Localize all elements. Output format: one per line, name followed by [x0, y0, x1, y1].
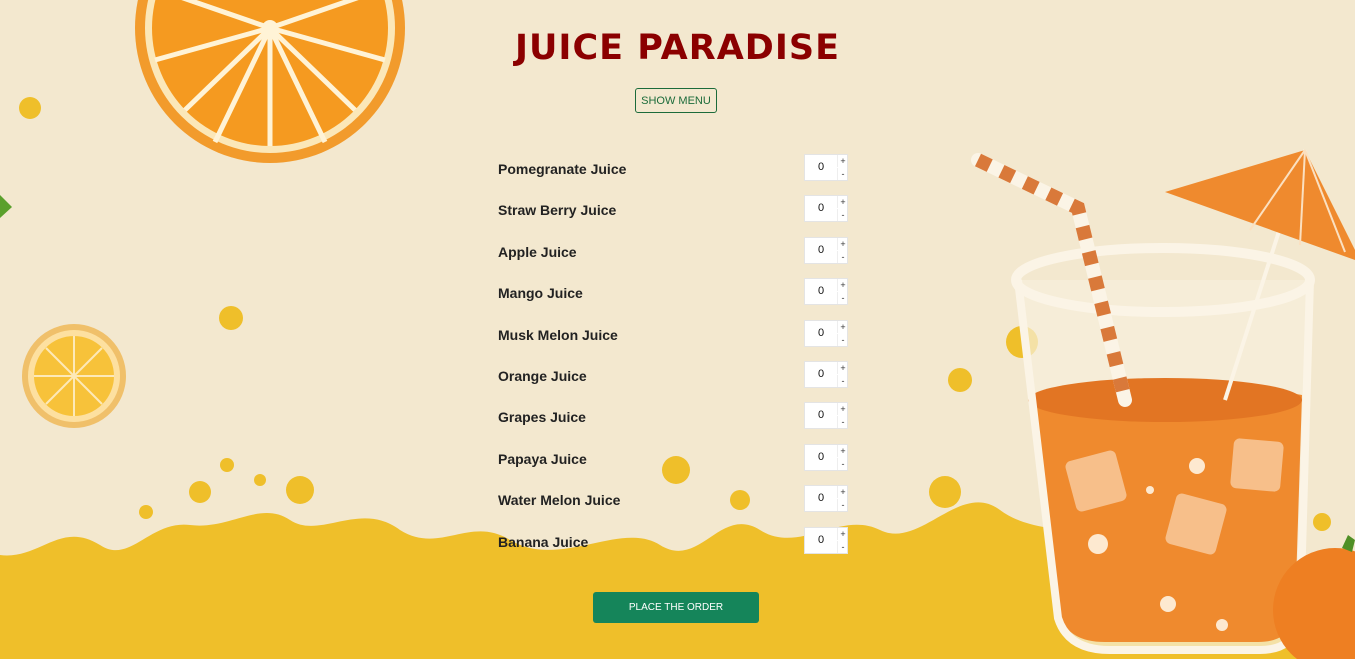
menu-item-label: Banana Juice: [498, 533, 589, 550]
decrement-icon[interactable]: -: [837, 540, 848, 553]
quantity-stepper[interactable]: 0 + -: [804, 443, 848, 471]
decrement-icon[interactable]: -: [837, 416, 848, 429]
increment-icon[interactable]: +: [837, 279, 848, 292]
place-order-button[interactable]: PLACE THE ORDER: [593, 592, 759, 623]
quantity-stepper[interactable]: 0 + -: [804, 319, 848, 347]
juice-menu-list: Pomegranate Juice 0 + - Straw Berry Juic…: [498, 154, 850, 568]
menu-item-pomegranate-juice: Pomegranate Juice 0 + -: [498, 154, 850, 195]
menu-item-label: Papaya Juice: [498, 450, 587, 467]
menu-item-label: Apple Juice: [498, 243, 577, 260]
increment-icon[interactable]: +: [837, 444, 848, 457]
menu-item-label: Straw Berry Juice: [498, 202, 617, 219]
quantity-stepper[interactable]: 0 + -: [804, 360, 848, 388]
menu-item-water-melon-juice: Water Melon Juice 0 + -: [498, 485, 850, 526]
quantity-input[interactable]: 0: [805, 196, 837, 221]
increment-icon[interactable]: +: [837, 196, 848, 209]
quantity-input[interactable]: 0: [805, 486, 837, 511]
increment-icon[interactable]: +: [837, 320, 848, 333]
quantity-stepper[interactable]: 0 + -: [804, 195, 848, 223]
quantity-input[interactable]: 0: [805, 528, 837, 553]
decrement-icon[interactable]: -: [837, 333, 848, 346]
menu-item-papaya-juice: Papaya Juice 0 + -: [498, 443, 850, 485]
quantity-input[interactable]: 0: [805, 362, 837, 387]
menu-item-banana-juice: Banana Juice 0 + -: [498, 526, 850, 568]
decrement-icon[interactable]: -: [837, 168, 848, 180]
quantity-input[interactable]: 0: [805, 238, 837, 263]
increment-icon[interactable]: +: [837, 403, 848, 416]
show-menu-button[interactable]: SHOW MENU: [635, 88, 717, 113]
menu-item-label: Musk Melon Juice: [498, 326, 618, 343]
increment-icon[interactable]: +: [837, 486, 848, 499]
decrement-icon[interactable]: -: [837, 292, 848, 305]
quantity-stepper[interactable]: 0 + -: [804, 526, 848, 554]
menu-item-musk-melon-juice: Musk Melon Juice 0 + -: [498, 319, 850, 361]
quantity-stepper[interactable]: 0 + -: [804, 236, 848, 264]
decrement-icon[interactable]: -: [837, 250, 848, 263]
decrement-icon[interactable]: -: [837, 457, 848, 470]
menu-item-straw-berry-juice: Straw Berry Juice 0 + -: [498, 195, 850, 236]
menu-item-label: Pomegranate Juice: [498, 161, 627, 177]
decrement-icon[interactable]: -: [837, 374, 848, 387]
menu-item-label: Water Melon Juice: [498, 492, 621, 509]
quantity-input[interactable]: 0: [805, 279, 837, 304]
menu-item-grapes-juice: Grapes Juice 0 + -: [498, 402, 850, 443]
decrement-icon[interactable]: -: [837, 209, 848, 222]
increment-icon[interactable]: +: [837, 155, 848, 167]
quantity-stepper[interactable]: 0 + -: [804, 154, 848, 181]
menu-item-label: Mango Juice: [498, 285, 583, 302]
quantity-input[interactable]: 0: [805, 445, 837, 470]
menu-item-label: Grapes Juice: [498, 409, 586, 426]
increment-icon[interactable]: +: [837, 237, 848, 250]
quantity-stepper[interactable]: 0 + -: [804, 278, 848, 306]
menu-item-mango-juice: Mango Juice 0 + -: [498, 278, 850, 319]
menu-item-orange-juice: Orange Juice 0 + -: [498, 360, 850, 402]
menu-item-label: Orange Juice: [498, 367, 587, 384]
menu-item-apple-juice: Apple Juice 0 + -: [498, 236, 850, 278]
quantity-input[interactable]: 0: [805, 155, 837, 180]
quantity-input[interactable]: 0: [805, 321, 837, 346]
decrement-icon[interactable]: -: [837, 499, 848, 512]
page-title: JUICE PARADISE: [514, 28, 840, 68]
quantity-input[interactable]: 0: [805, 403, 837, 428]
increment-icon[interactable]: +: [837, 527, 848, 540]
quantity-stepper[interactable]: 0 + -: [804, 485, 848, 513]
increment-icon[interactable]: +: [837, 361, 848, 374]
quantity-stepper[interactable]: 0 + -: [804, 402, 848, 430]
